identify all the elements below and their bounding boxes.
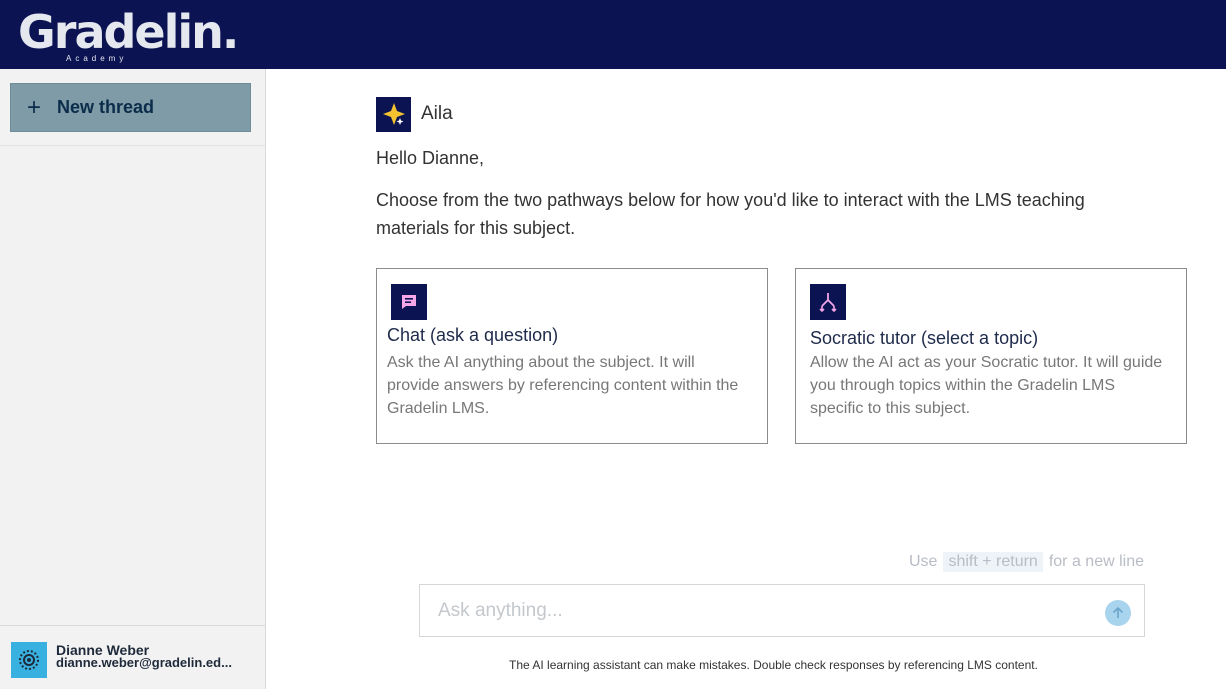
socratic-pathway-description: Allow the AI act as your Socratic tutor.… — [810, 354, 1163, 417]
top-bar: Gradelin. Academy — [0, 0, 1226, 69]
intro-text: Choose from the two pathways below for h… — [376, 190, 1085, 238]
hint-key: shift + return — [943, 552, 1043, 572]
plus-icon: + — [27, 93, 42, 121]
chat-pathway-description: Ask the AI anything about the subject. I… — [387, 354, 739, 417]
greeting-text: Hello Dianne, — [376, 148, 485, 168]
new-thread-label: New thread — [57, 97, 155, 117]
chat-pathway-card[interactable]: Chat (ask a question) Ask the AI anythin… — [376, 268, 768, 444]
brand-subtitle: Academy — [66, 54, 128, 63]
brand-logo[interactable]: Gradelin. Academy — [18, 4, 239, 64]
new-thread-button[interactable]: + New thread — [10, 83, 251, 132]
disclaimer-text: The AI learning assistant can make mista… — [509, 658, 1038, 672]
hint-suffix: for a new line — [1048, 553, 1144, 570]
socratic-pathway-title: Socratic tutor (select a topic) — [810, 328, 1039, 348]
user-profile[interactable]: Dianne Weber dianne.weber@gradelin.ed... — [0, 625, 265, 689]
user-avatar-icon — [19, 650, 39, 670]
chat-pathway-title: Chat (ask a question) — [387, 325, 559, 345]
assistant-header: Aila — [376, 96, 453, 132]
hint-prefix: Use — [909, 553, 938, 570]
chat-icon — [391, 284, 427, 320]
ask-input[interactable] — [436, 595, 1080, 627]
composer — [419, 584, 1145, 637]
sidebar: + New thread Dianne Weber dianne.weber@g… — [0, 69, 266, 689]
brand-name: Gradelin. — [18, 5, 239, 59]
assistant-name: Aila — [421, 103, 453, 124]
user-email: dianne.weber@gradelin.ed... — [56, 655, 232, 670]
newline-hint: Use shift + return for a new line — [909, 552, 1144, 572]
socratic-pathway-card[interactable]: Socratic tutor (select a topic) Allow th… — [795, 268, 1187, 444]
sparkle-icon — [376, 96, 411, 132]
branch-icon — [810, 284, 846, 320]
sidebar-divider — [0, 145, 265, 146]
arrow-up-icon — [1112, 606, 1124, 618]
send-button[interactable] — [1105, 600, 1131, 626]
avatar — [11, 642, 47, 678]
